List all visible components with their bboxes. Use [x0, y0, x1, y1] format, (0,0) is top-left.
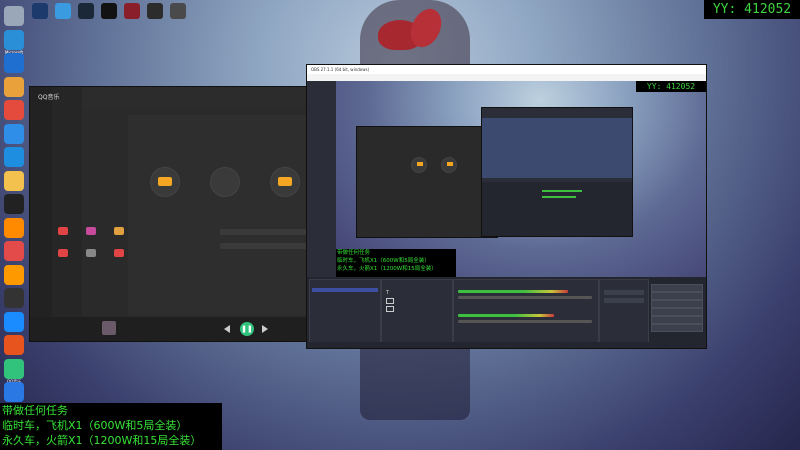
overlay-line-3: 永久车，火箭X1（1200W和15局全装） [2, 434, 202, 447]
qq-tool-5-icon[interactable] [86, 249, 96, 257]
preview-obs-preview [482, 118, 632, 178]
start-recording-button[interactable] [651, 292, 703, 300]
settings-button[interactable] [651, 316, 703, 324]
obs-preview-left-region [307, 81, 336, 277]
scenes-dock[interactable] [309, 279, 381, 343]
audio-mixer-dock[interactable] [453, 279, 599, 343]
preview-overlay-line-3: 永久车，火箭X1（1200W和15局全装） [337, 266, 437, 272]
edge-icon[interactable] [4, 29, 24, 50]
qq-tool-3-icon[interactable] [114, 227, 124, 235]
qq-music-sidebar [30, 87, 52, 341]
preview-qq-music-window [356, 126, 498, 238]
preview-yy-badge: YY: 412052 [636, 81, 706, 92]
mic-audio-slider[interactable] [458, 320, 592, 323]
obs-docks: T [307, 277, 706, 348]
qq-music-sidebar-secondary [52, 87, 82, 341]
obs-title-text: OBS 27.1.1 (64 bit, windows) [311, 67, 370, 72]
folder-icon[interactable] [4, 170, 24, 191]
obs-menu-bar [307, 74, 706, 81]
album-art [102, 321, 116, 335]
preview-overlay-line-2: 临时车，飞机X1（600W和5局全装） [337, 258, 430, 264]
mode-option-1[interactable] [150, 167, 180, 197]
office-icon[interactable] [4, 335, 24, 355]
desktop-audio-meter [458, 290, 568, 293]
qq-tool-6-icon[interactable] [114, 249, 124, 257]
photos-icon[interactable] [4, 76, 24, 97]
next-track-icon[interactable] [262, 325, 268, 333]
top-app-6-icon[interactable] [147, 3, 163, 19]
display-source-icon [386, 306, 394, 312]
text-source-icon: T [386, 290, 390, 296]
task-overlay: 带做任何任务 临时车，飞机X1（600W和5局全装） 永久车，火箭X1（1200… [0, 403, 222, 450]
obs-title-bar: OBS 27.1.1 (64 bit, windows) [307, 65, 706, 74]
preview-meter-1 [542, 190, 582, 192]
top-app-4-icon[interactable] [101, 3, 117, 19]
qq-tool-2-icon[interactable] [86, 227, 96, 235]
obs-icon[interactable] [4, 288, 24, 308]
music-icon[interactable] [4, 358, 24, 379]
qq-music-window[interactable]: QQ音乐 ❚❚ [29, 86, 330, 342]
virtual-camera-button[interactable] [651, 300, 703, 308]
sources-dock[interactable]: T [381, 279, 453, 343]
obs-status-bar [307, 342, 706, 348]
preview-meter-2 [542, 196, 576, 198]
mic-audio-meter [458, 314, 554, 317]
preview-accent-2 [447, 162, 453, 166]
top-app-5-icon[interactable] [124, 3, 140, 19]
exit-button[interactable] [651, 324, 703, 332]
top-app-1-icon[interactable] [32, 3, 48, 19]
previous-track-icon[interactable] [224, 325, 230, 333]
qq-music-playbar: ❚❚ [30, 317, 308, 341]
security-icon[interactable] [4, 53, 24, 73]
overlay-line-1: 带做任何任务 [2, 404, 68, 417]
qq-icon[interactable] [4, 194, 24, 214]
preview-obs-window [481, 107, 633, 237]
steam-icon[interactable] [78, 3, 94, 19]
game-icon[interactable] [4, 241, 24, 261]
pc-icon[interactable] [4, 6, 24, 26]
transition-select[interactable] [604, 290, 644, 295]
system-tray [656, 438, 800, 450]
preview-accent-1 [417, 162, 423, 166]
obs-window[interactable]: OBS 27.1.1 (64 bit, windows) YY: 412052 … [306, 64, 707, 349]
chat-icon[interactable] [4, 311, 24, 332]
window-source-icon [386, 298, 394, 304]
scene-item-selected[interactable] [312, 288, 378, 292]
preview-overlay-line-1: 带做任何任务 [337, 250, 371, 256]
scene-transitions-dock[interactable] [599, 279, 649, 343]
search-app-icon[interactable] [4, 382, 24, 402]
start-streaming-button[interactable] [651, 284, 703, 292]
qq-tool-4-icon[interactable] [58, 249, 68, 257]
video-icon[interactable] [4, 264, 24, 285]
app-icon[interactable] [4, 217, 24, 238]
top-app-7-icon[interactable] [170, 3, 186, 19]
qq-tool-1-icon[interactable] [58, 227, 68, 235]
duration-field[interactable] [604, 298, 644, 303]
top-app-2-icon[interactable] [55, 3, 71, 19]
qq-music-logo: QQ音乐 [38, 94, 60, 101]
yy-id-badge: YY: 412052 [704, 0, 800, 19]
chrome-icon[interactable] [4, 100, 24, 120]
qq-music-content [128, 115, 308, 315]
preview-task-overlay: 带做任何任务 临时车，飞机X1（600W和5局全装） 永久车，火箭X1（1200… [336, 249, 456, 277]
obs-preview[interactable]: YY: 412052 带做任何任务 临时车，飞机X1（600W和5局全装） 永久… [336, 81, 706, 277]
desktop-audio-slider[interactable] [458, 296, 592, 299]
qq-music-header [82, 87, 308, 109]
play-pause-button[interactable]: ❚❚ [240, 322, 254, 336]
onedrive-icon[interactable] [4, 123, 24, 144]
ie-icon[interactable] [4, 147, 24, 167]
mode-option-2[interactable] [210, 167, 240, 197]
overlay-line-2: 临时车，飞机X1（600W和5局全装） [2, 419, 188, 432]
studio-mode-button[interactable] [651, 308, 703, 316]
mode-option-3[interactable] [270, 167, 300, 197]
